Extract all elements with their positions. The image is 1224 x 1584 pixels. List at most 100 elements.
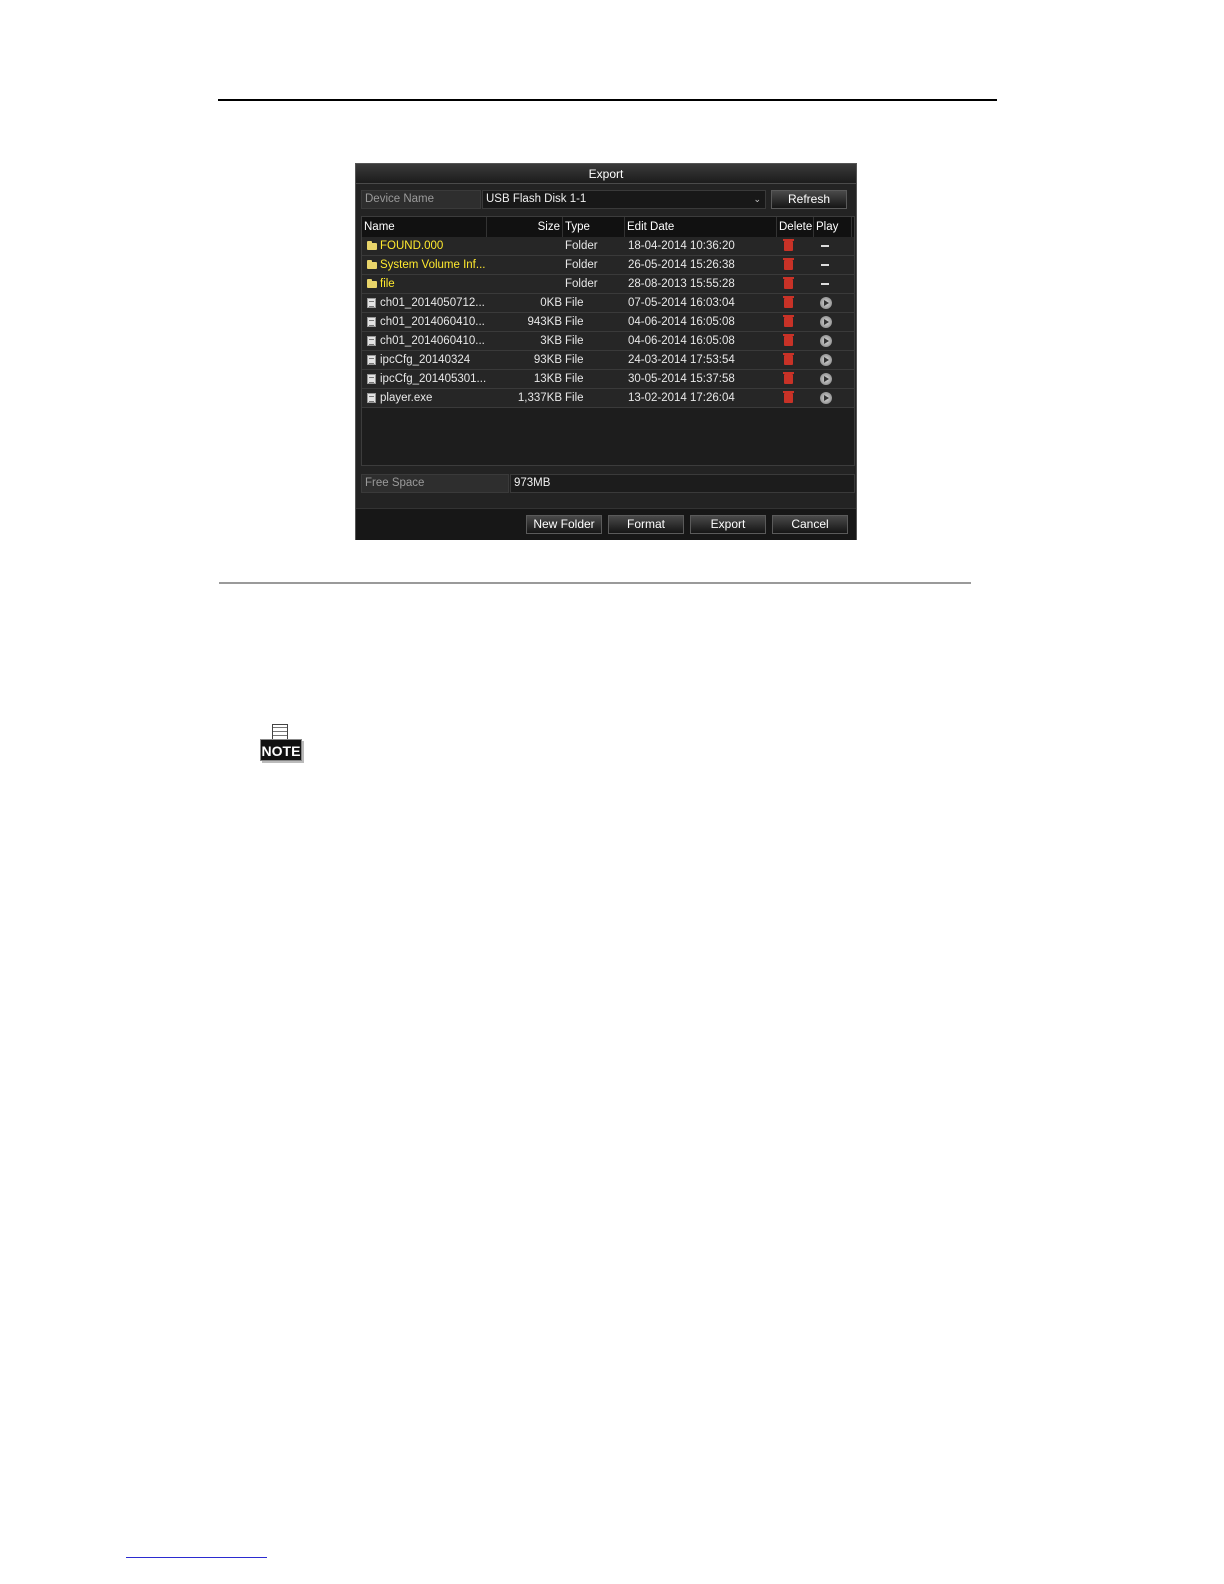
trash-icon[interactable] [780,275,798,293]
cancel-button[interactable]: Cancel [772,515,848,534]
file-list-rows: FOUND.000 Folder 18-04-2014 10:36:20 Sys… [362,237,854,408]
file-icon [365,294,377,312]
row-date: 04-06-2014 16:05:08 [628,316,735,328]
play-icon[interactable] [817,351,835,369]
trash-icon[interactable] [780,313,798,331]
row-size [487,275,562,293]
row-type: File [565,354,584,366]
header-rule [218,99,997,101]
column-size[interactable]: Size [487,217,563,237]
column-name[interactable]: Name [362,217,487,237]
dialog-title: Export [356,164,856,184]
row-type: Folder [565,278,598,290]
row-name: FOUND.000 [380,240,444,252]
row-date: 07-05-2014 16:03:04 [628,297,735,309]
note-icon: NOTE [258,724,304,764]
folder-icon [365,275,377,293]
notepad-icon [272,724,288,740]
dash-icon [817,275,835,293]
file-icon [365,313,377,331]
table-row[interactable]: System Volume Inf... Folder 26-05-2014 1… [362,256,854,275]
column-type[interactable]: Type [563,217,625,237]
file-list-header: Name Size Type Edit Date Delete Play [362,217,854,237]
table-row[interactable]: ipcCfg_20140324 93KB File 24-03-2014 17:… [362,351,854,370]
dash-icon [817,237,835,255]
row-name: ch01_2014050712... [380,297,485,309]
table-row[interactable]: ch01_2014050712... 0KB File 07-05-2014 1… [362,294,854,313]
table-row[interactable]: ch01_2014060410... 943KB File 04-06-2014… [362,313,854,332]
folder-icon [365,256,377,274]
row-date: 13-02-2014 17:26:04 [628,392,735,404]
chevron-down-icon: ⌄ [753,194,761,204]
table-row[interactable]: FOUND.000 Folder 18-04-2014 10:36:20 [362,237,854,256]
export-button[interactable]: Export [690,515,766,534]
free-space-value: 973MB [510,474,855,493]
dash-icon [817,256,835,274]
row-size: 3KB [540,335,562,347]
file-icon [365,389,377,407]
trash-icon[interactable] [780,332,798,350]
table-row[interactable]: ch01_2014060410... 3KB File 04-06-2014 1… [362,332,854,351]
device-name-label: Device Name [361,190,481,209]
play-icon[interactable] [817,332,835,350]
row-name: ch01_2014060410... [380,316,485,328]
row-size: 1,337KB [517,392,562,404]
file-icon [365,370,377,388]
device-name-select[interactable]: USB Flash Disk 1-1 ⌄ [482,190,766,209]
row-type: File [565,335,584,347]
refresh-button[interactable]: Refresh [771,190,847,209]
row-name: ipcCfg_201405301... [380,373,487,385]
play-icon[interactable] [817,313,835,331]
row-size [487,256,562,274]
column-edit-date[interactable]: Edit Date [625,217,777,237]
row-name: ch01_2014060410... [380,335,485,347]
table-row[interactable]: file Folder 28-08-2013 15:55:28 [362,275,854,294]
play-icon[interactable] [817,294,835,312]
row-size: 13KB [533,373,562,385]
export-dialog: Export Device Name USB Flash Disk 1-1 ⌄ … [355,163,857,540]
table-row[interactable]: ipcCfg_201405301... 13KB File 30-05-2014… [362,370,854,389]
row-type: File [565,373,584,385]
row-size: 943KB [527,316,562,328]
trash-icon[interactable] [780,237,798,255]
file-icon [365,351,377,369]
folder-icon [365,237,377,255]
free-space-label: Free Space [361,474,509,493]
column-play[interactable]: Play [814,217,852,237]
row-date: 30-05-2014 15:37:58 [628,373,735,385]
new-folder-button[interactable]: New Folder [526,515,602,534]
row-size [487,237,562,255]
row-name: ipcCfg_20140324 [380,354,471,366]
row-name: file [380,278,395,290]
row-name: player.exe [380,392,433,404]
row-name: System Volume Inf... [380,259,486,271]
trash-icon[interactable] [780,351,798,369]
trash-icon[interactable] [780,370,798,388]
row-type: File [565,316,584,328]
file-icon [365,332,377,350]
dialog-footer: New Folder Format Export Cancel [356,508,856,540]
footer-link-underline[interactable] [126,1557,267,1558]
table-row[interactable]: player.exe 1,337KB File 13-02-2014 17:26… [362,389,854,408]
play-icon[interactable] [817,370,835,388]
row-size: 93KB [533,354,562,366]
device-name-row: Device Name USB Flash Disk 1-1 ⌄ [361,190,767,209]
row-size: 0KB [540,297,562,309]
row-date: 24-03-2014 17:53:54 [628,354,735,366]
figure-rule [219,582,971,584]
trash-icon[interactable] [780,256,798,274]
row-type: File [565,297,584,309]
free-space-row: Free Space 973MB [361,474,855,493]
device-name-value: USB Flash Disk 1-1 [486,193,587,205]
play-icon[interactable] [817,389,835,407]
row-date: 04-06-2014 16:05:08 [628,335,735,347]
row-type: File [565,392,584,404]
file-list[interactable]: Name Size Type Edit Date Delete Play FOU… [361,216,855,466]
column-delete[interactable]: Delete [777,217,814,237]
format-button[interactable]: Format [608,515,684,534]
trash-icon[interactable] [780,294,798,312]
row-date: 26-05-2014 15:26:38 [628,259,735,271]
note-badge: NOTE [260,739,302,761]
row-date: 28-08-2013 15:55:28 [628,278,735,290]
trash-icon[interactable] [780,389,798,407]
